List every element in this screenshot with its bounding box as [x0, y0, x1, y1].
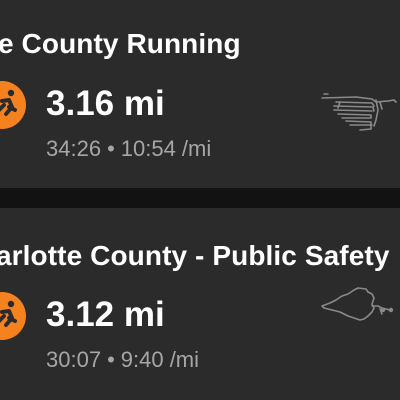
activity-card[interactable]: e County Running 3.16 mi 34:26 • 10:54 /mi — [0, 0, 400, 188]
route-map-thumbnail[interactable] — [316, 278, 400, 348]
activity-pace: 9:40 /mi — [120, 347, 200, 372]
activity-title[interactable]: arlotte County - Public Safety — [0, 240, 390, 272]
runner-glyph-icon — [0, 89, 17, 116]
activity-duration: 30:07 — [46, 347, 102, 372]
route-line-icon — [321, 287, 394, 321]
runner-glyph-icon — [0, 300, 17, 327]
stat-separator: • — [107, 347, 115, 372]
activity-duration: 34:26 — [46, 136, 102, 161]
activity-card[interactable]: arlotte County - Public Safety 3.12 mi 3… — [0, 208, 400, 400]
running-activity-icon — [0, 81, 26, 129]
stat-separator: • — [107, 136, 115, 161]
activity-pace: 10:54 /mi — [120, 136, 212, 161]
running-activity-icon — [0, 292, 26, 340]
activity-stats: 30:07 • 9:40 /mi — [46, 347, 199, 373]
activity-distance: 3.16 mi — [46, 84, 165, 123]
activity-stats: 34:26 • 10:54 /mi — [46, 136, 211, 162]
activity-title[interactable]: e County Running — [0, 28, 241, 60]
activity-feed: e County Running 3.16 mi 34:26 • 10:54 /mi — [0, 0, 400, 400]
route-line-icon — [321, 93, 397, 131]
activity-distance: 3.12 mi — [46, 295, 165, 334]
route-map-thumbnail[interactable] — [316, 80, 400, 150]
